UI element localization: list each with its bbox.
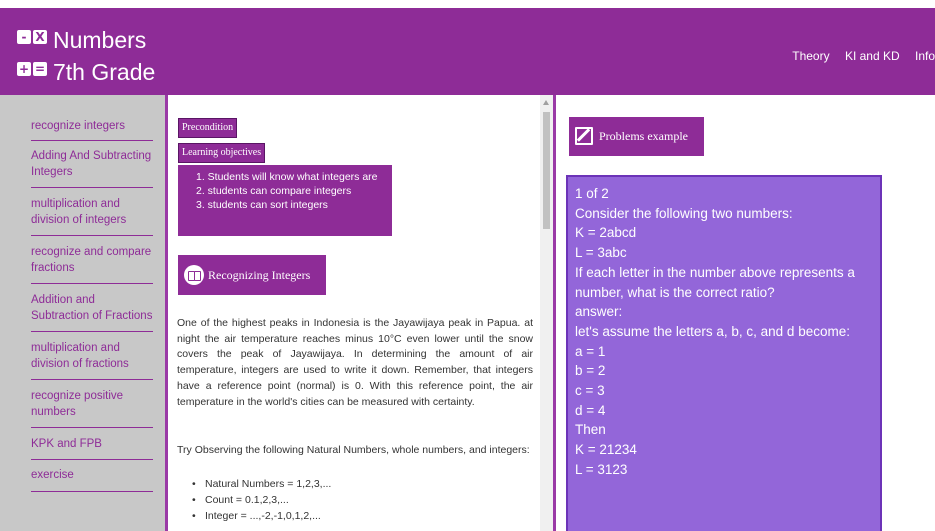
learning-objectives-button[interactable]: Learning objectives bbox=[178, 143, 266, 163]
minus-tile-icon: - bbox=[17, 30, 31, 44]
precondition-button[interactable]: Precondition bbox=[178, 118, 238, 138]
nav-ki-kd[interactable]: KI and KD bbox=[845, 49, 900, 63]
problems-title: Problems example bbox=[599, 129, 688, 143]
number-sets-list: Natural Numbers = 1,2,3,... Count = 0.1,… bbox=[190, 476, 331, 524]
list-item: Integer = ...,-2,-1,0,1,2,... bbox=[190, 508, 331, 524]
sidebar-item-recognize-positive-numbers[interactable]: recognize positive numbers bbox=[31, 388, 153, 428]
problem-line: answer: bbox=[575, 304, 623, 320]
problem-line: L = 3123 bbox=[575, 461, 628, 477]
problem-line: K = 2abcd bbox=[575, 225, 637, 241]
brand-title[interactable]: Numbers 7th Grade bbox=[53, 24, 155, 88]
scroll-thumb[interactable] bbox=[543, 112, 550, 229]
sidebar-item-recognize-integers[interactable]: recognize integers bbox=[31, 118, 153, 141]
content-scrollbar[interactable] bbox=[540, 95, 553, 531]
recognizing-integers-button[interactable]: Recognizing Integers bbox=[178, 255, 326, 295]
objectives-list: 1. Students will know what integers are … bbox=[178, 165, 392, 236]
problem-line: a = 1 bbox=[575, 343, 606, 359]
list-item: Natural Numbers = 1,2,3,... bbox=[190, 476, 331, 492]
problems-example-button[interactable]: Problems example bbox=[569, 117, 704, 156]
problem-line: If each letter in the number above repre… bbox=[575, 264, 855, 280]
sidebar-item-adding-subtracting-integers[interactable]: Adding And Subtracting Integers bbox=[31, 148, 153, 188]
nav-theory[interactable]: Theory bbox=[792, 49, 829, 63]
logo-icon[interactable]: - X + = bbox=[17, 22, 49, 82]
problem-line: let's assume the letters a, b, c, and d … bbox=[575, 323, 850, 339]
problem-line: Consider the following two numbers: bbox=[575, 205, 793, 221]
scroll-up-arrow-icon[interactable] bbox=[543, 100, 549, 105]
problem-line: L = 3abc bbox=[575, 245, 627, 261]
times-tile-icon: X bbox=[33, 30, 47, 44]
sidebar-item-recognize-compare-fractions[interactable]: recognize and compare fractions bbox=[31, 244, 153, 284]
list-item: Count = 0.1,2,3,... bbox=[190, 492, 331, 508]
top-nav: Theory KI and KD Info bbox=[780, 49, 935, 63]
sidebar-item-kpk-fpb[interactable]: KPK and FPB bbox=[31, 436, 153, 460]
section-title: Recognizing Integers bbox=[208, 268, 311, 282]
sidebar-item-multiplication-division-integers[interactable]: multiplication and division of integers bbox=[31, 196, 153, 236]
book-icon bbox=[184, 265, 204, 285]
plus-tile-icon: + bbox=[17, 62, 31, 76]
edit-icon bbox=[575, 127, 593, 145]
problem-line: number, what is the correct ratio? bbox=[575, 284, 775, 300]
problem-line: c = 3 bbox=[575, 383, 605, 399]
equals-tile-icon: = bbox=[33, 62, 47, 76]
sidebar-item-multiplication-division-fractions[interactable]: multiplication and division of fractions bbox=[31, 340, 153, 380]
intro-paragraph: One of the highest peaks in Indonesia is… bbox=[177, 317, 533, 408]
problem-line: d = 4 bbox=[575, 402, 606, 418]
app-header: - X + = Numbers 7th Grade Theory KI and … bbox=[0, 8, 935, 95]
objective-item: 1. Students will know what integers are bbox=[196, 171, 378, 183]
problem-line: b = 2 bbox=[575, 363, 606, 379]
problem-line: K = 21234 bbox=[575, 442, 637, 458]
problem-box: 1 of 2 Consider the following two number… bbox=[566, 175, 882, 531]
sidebar-item-addition-subtraction-fractions[interactable]: Addition and Subtraction of Fractions bbox=[31, 292, 153, 332]
sidebar-item-exercise[interactable]: exercise bbox=[31, 467, 153, 492]
objective-item: 2. students can compare integers bbox=[196, 185, 352, 197]
problem-line: Then bbox=[575, 422, 606, 438]
nav-info[interactable]: Info bbox=[915, 49, 935, 63]
problem-line: 1 of 2 bbox=[575, 186, 609, 201]
observe-paragraph: Try Observing the following Natural Numb… bbox=[177, 444, 530, 456]
brand-line-1: Numbers bbox=[53, 27, 147, 53]
objective-item: 3. students can sort integers bbox=[196, 199, 328, 211]
brand-line-2: 7th Grade bbox=[53, 59, 156, 85]
